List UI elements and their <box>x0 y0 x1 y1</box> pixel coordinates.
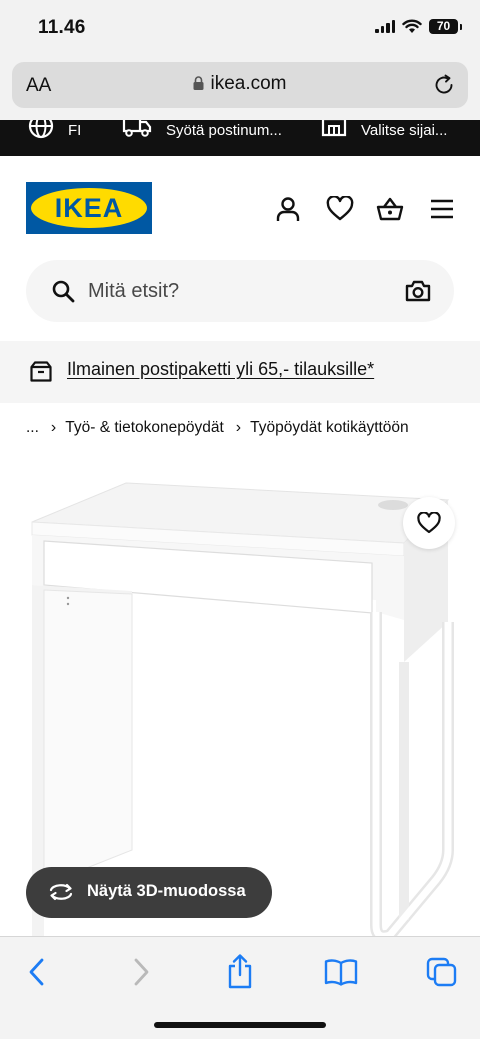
heart-icon <box>417 512 441 534</box>
tabs-icon[interactable] <box>426 957 458 987</box>
postal-code-selector[interactable]: Syötä postinum... <box>122 120 282 140</box>
language-label: FI <box>68 121 82 139</box>
add-to-favourites-button[interactable] <box>403 497 455 549</box>
chevron-right-icon: › <box>50 419 57 436</box>
globe-icon <box>28 120 54 139</box>
search-bar[interactable] <box>26 260 454 322</box>
search-icon <box>52 280 75 303</box>
back-arrow-icon[interactable] <box>26 957 48 987</box>
wifi-icon <box>402 19 422 33</box>
language-selector[interactable]: FI <box>28 120 81 140</box>
browser-address-area: AA ikea.com <box>0 56 480 120</box>
shipping-banner: Ilmainen postipaketti yli 65,- tilauksil… <box>0 341 480 403</box>
ikea-logo[interactable]: IKEA <box>26 182 152 234</box>
reload-icon[interactable] <box>432 73 456 97</box>
store-label: Valitse sijai... <box>361 121 448 139</box>
logo-text: IKEA <box>55 193 124 223</box>
rotate-3d-icon <box>49 883 73 901</box>
share-icon[interactable] <box>226 953 254 989</box>
delivery-truck-icon <box>122 120 152 137</box>
search-input[interactable] <box>88 260 388 322</box>
breadcrumb: ... › Työ- & tietokonepöydät › Työpöydät… <box>26 419 409 437</box>
parcel-icon <box>30 361 52 382</box>
shopping-bag-icon[interactable] <box>376 196 404 222</box>
forward-arrow-icon[interactable] <box>130 957 152 987</box>
account-icon[interactable] <box>274 196 302 222</box>
breadcrumb-ellipsis[interactable]: ... <box>26 419 39 437</box>
breadcrumb-item[interactable]: Työ- & tietokonepöydät <box>65 419 224 437</box>
wishlist-heart-icon[interactable] <box>326 196 354 222</box>
browser-toolbar <box>0 936 480 1039</box>
postal-code-label: Syötä postinum... <box>166 121 282 139</box>
camera-search-icon[interactable] <box>405 279 431 303</box>
shipping-offer-link[interactable]: Ilmainen postipaketti yli 65,- tilauksil… <box>67 359 374 380</box>
store-selector[interactable]: Valitse sijai... <box>321 120 447 140</box>
view-in-3d-button[interactable]: Näytä 3D-muodossa <box>26 867 272 918</box>
battery-icon: 70 <box>429 19 462 34</box>
status-time: 11.46 <box>38 17 86 38</box>
status-bar: 11.46 70 <box>0 0 480 56</box>
home-indicator <box>154 1022 326 1028</box>
chevron-right-icon: › <box>235 419 242 436</box>
cellular-signal-icon <box>375 20 395 33</box>
bookmarks-icon[interactable] <box>324 957 358 987</box>
top-info-bar: FI Syötä postinum... Valitse sijai... <box>0 120 480 156</box>
store-icon <box>321 120 347 137</box>
breadcrumb-item[interactable]: Työpöydät kotikäyttöön <box>250 419 409 437</box>
view-in-3d-label: Näytä 3D-muodossa <box>87 882 246 900</box>
address-bar[interactable]: AA ikea.com <box>12 62 468 108</box>
lock-icon <box>193 76 204 90</box>
url-text: ikea.com <box>210 73 287 94</box>
status-icons: 70 <box>375 19 462 34</box>
hamburger-menu-icon[interactable] <box>428 196 456 222</box>
url-display[interactable]: ikea.com <box>12 73 468 95</box>
